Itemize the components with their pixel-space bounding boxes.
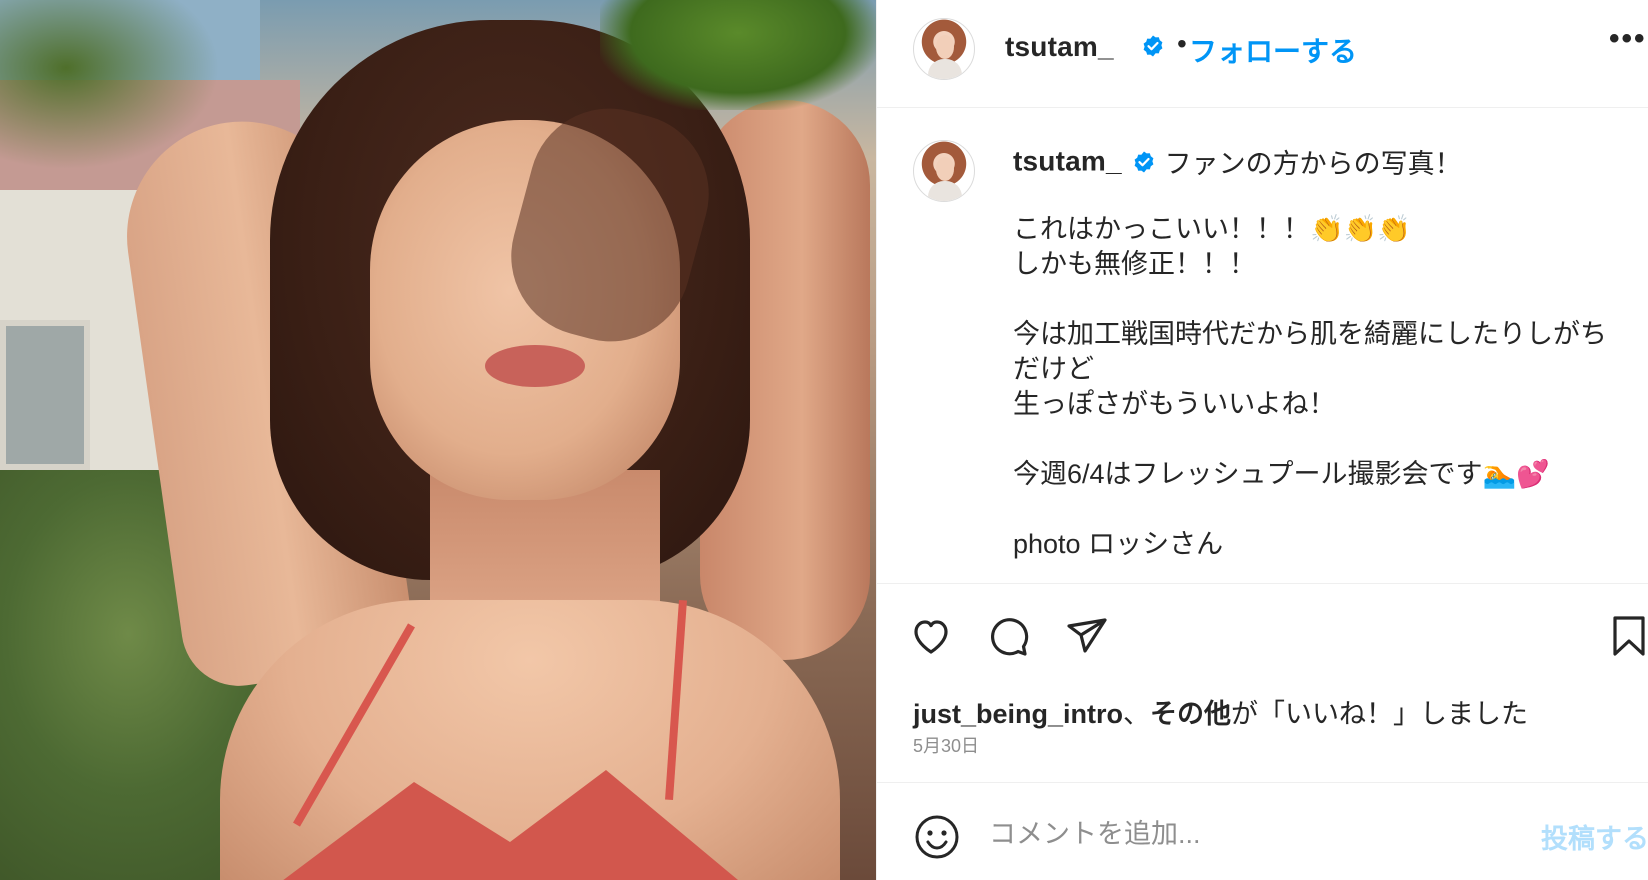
caption-line: しかも無修正！！！: [1013, 249, 1256, 279]
verified-badge-icon: [1134, 151, 1154, 172]
post-side-panel: tsutam_ • フォローする ••• tsutam_ ファンの方からの写真！…: [876, 0, 1648, 880]
caption-body: これはかっこいい！！！👏👏👏 しかも無修正！！！ 今は加工戦国時代だから肌を綺麗…: [1013, 212, 1633, 562]
bookmark-icon[interactable]: [1605, 612, 1648, 660]
header-separator: •: [1177, 28, 1187, 59]
caption-line: 今週6/4はフレッシュプール撮影会です🏊💕: [1013, 459, 1550, 489]
photo-leaves-top: [600, 0, 876, 110]
likes-others-link[interactable]: その他: [1150, 699, 1231, 729]
photo-lips: [485, 345, 585, 387]
comment-icon[interactable]: [985, 612, 1033, 660]
follow-button[interactable]: フォローする: [1189, 30, 1357, 70]
post-date[interactable]: 5月30日: [913, 732, 979, 758]
more-options-icon[interactable]: •••: [1609, 22, 1647, 56]
likes-suffix: が「いいね！」しました: [1231, 699, 1529, 729]
caption-first-line: ファンの方からの写真！: [1164, 149, 1462, 179]
avatar-face: [936, 157, 954, 181]
post-comment-button[interactable]: 投稿する: [1541, 817, 1648, 856]
caption-photo-credit: photo ロッシさん: [1013, 529, 1224, 559]
caption-line: 生っぽさがもういいよね！: [1013, 389, 1336, 419]
caption-username[interactable]: tsutam_: [1013, 146, 1122, 177]
post-header: tsutam_ • フォローする •••: [877, 0, 1648, 108]
avatar-face: [936, 35, 954, 59]
comment-input[interactable]: [989, 809, 1509, 859]
header-username[interactable]: tsutam_: [1005, 31, 1114, 63]
caption-avatar[interactable]: [913, 140, 975, 202]
header-avatar[interactable]: [913, 18, 975, 80]
liker-username[interactable]: just_being_intro: [913, 699, 1123, 729]
avatar-body: [928, 181, 962, 201]
action-bar: [877, 600, 1648, 670]
avatar-body: [928, 59, 962, 79]
photo-window: [0, 320, 90, 470]
caption-header: tsutam_ ファンの方からの写真！: [1013, 142, 1462, 181]
likes-separator: 、: [1123, 699, 1151, 729]
smiley-icon[interactable]: [913, 813, 961, 861]
comment-bar: 投稿する: [877, 782, 1648, 880]
post-image[interactable]: [0, 0, 876, 880]
caption-section: tsutam_ ファンの方からの写真！ これはかっこいい！！！👏👏👏 しかも無修…: [877, 108, 1648, 584]
verified-badge-icon: [1143, 35, 1163, 57]
heart-icon[interactable]: [907, 612, 955, 660]
caption-line: 今は加工戦国時代だから肌を綺麗にしたりしがちだけど: [1013, 319, 1607, 384]
caption-line: これはかっこいい！！！👏👏👏: [1013, 214, 1411, 244]
likes-summary: just_being_intro、その他が「いいね！」しました: [913, 692, 1528, 731]
share-icon[interactable]: [1063, 612, 1111, 660]
